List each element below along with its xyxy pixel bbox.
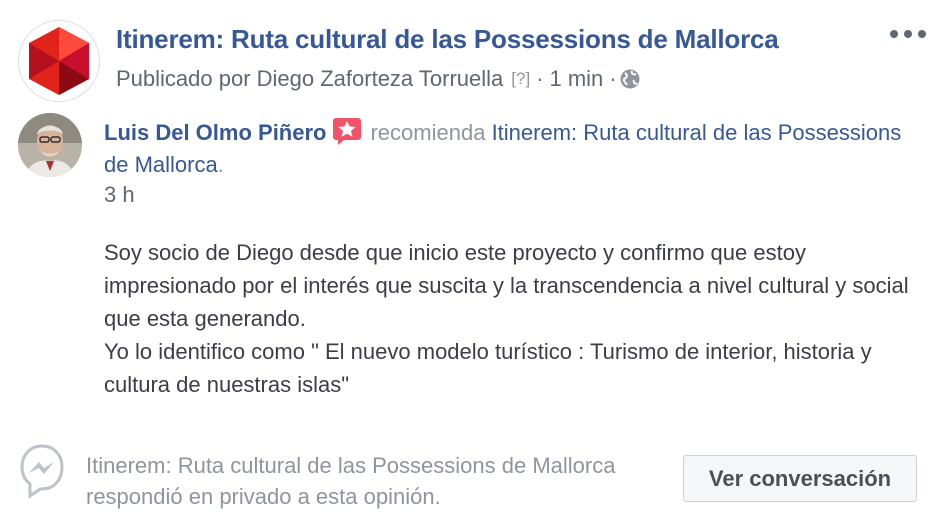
review-body: Soy socio de Diego desde que inicio este…	[104, 236, 924, 401]
review-paragraph: Soy socio de Diego desde que inicio este…	[104, 240, 909, 331]
globe-icon[interactable]	[619, 68, 641, 90]
separator: ·	[609, 66, 617, 91]
separator: ·	[536, 66, 544, 91]
period: .	[217, 152, 224, 177]
recommendation-line: Luis Del Olmo Piñero recomienda Itinerem…	[104, 116, 904, 181]
view-conversation-button[interactable]: Ver conversación	[683, 455, 917, 502]
recommend-star-icon	[332, 116, 362, 146]
review-timestamp[interactable]: 3 h	[104, 182, 135, 208]
private-reply-note: Itinerem: Ruta cultural de las Possessio…	[86, 453, 616, 509]
more-dot	[918, 30, 926, 38]
help-marker[interactable]: [?]	[511, 69, 530, 89]
avatar[interactable]	[18, 113, 82, 177]
post-meta: Publicado por Diego Zaforteza Torruella …	[116, 66, 641, 92]
messenger-icon	[18, 442, 66, 512]
time-ago[interactable]: 1 min	[550, 66, 604, 92]
review-paragraph: Yo lo identifico como " El nuevo modelo …	[104, 339, 872, 397]
more-dot	[890, 30, 898, 38]
more-options-icon[interactable]	[890, 24, 926, 44]
page-title[interactable]: Itinerem: Ruta cultural de las Possessio…	[116, 24, 779, 55]
author-name[interactable]: Luis Del Olmo Piñero	[104, 120, 326, 145]
more-dot	[904, 30, 912, 38]
published-by[interactable]: Publicado por Diego Zaforteza Torruella	[116, 66, 503, 92]
page-logo[interactable]	[18, 20, 100, 102]
page-logo-graphic	[29, 27, 89, 95]
recommends-verb: recomienda	[370, 120, 486, 145]
